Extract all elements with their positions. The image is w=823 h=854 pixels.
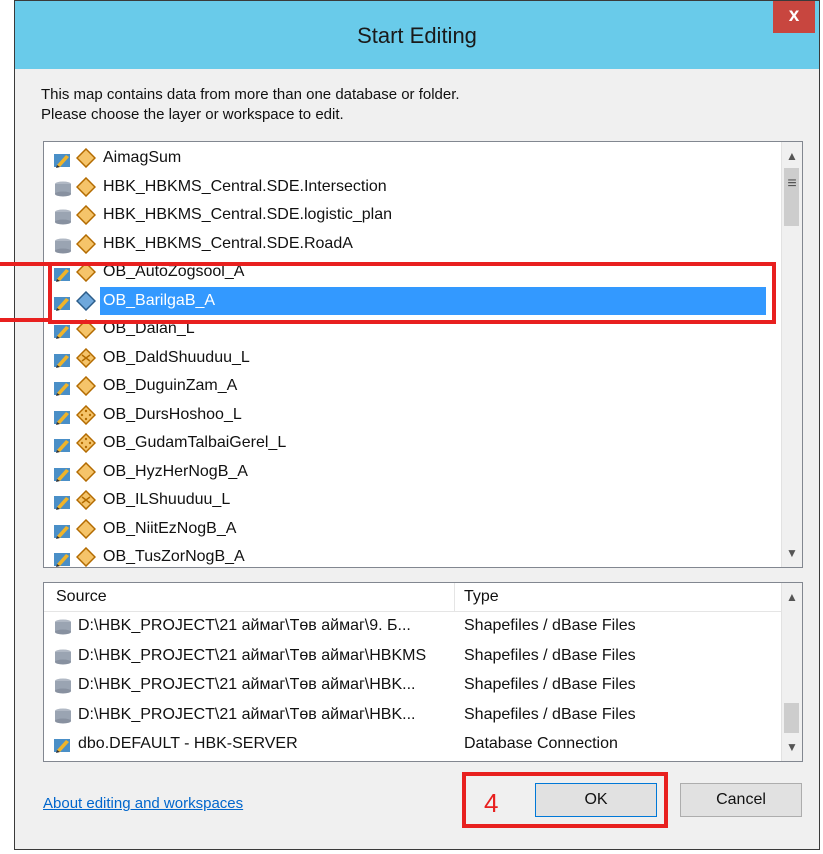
source-type: Shapefiles / dBase Files xyxy=(464,705,636,723)
layer-label: OB_GudamTalbaiGerel_L xyxy=(103,434,287,451)
layer-label: AimagSum xyxy=(103,149,182,166)
database-icon xyxy=(54,678,72,694)
edit-workspace-icon xyxy=(54,350,72,368)
layer-symbol-icon xyxy=(75,546,97,567)
edit-workspace-icon xyxy=(54,549,72,567)
annotation-number: 4 xyxy=(484,788,499,818)
layer-list-scrollbar[interactable]: ▲ ≡ ▼ xyxy=(781,142,802,567)
layer-symbol-icon xyxy=(75,233,97,254)
close-button[interactable]: x xyxy=(773,1,815,33)
database-icon xyxy=(54,207,72,225)
edit-workspace-icon xyxy=(54,464,72,482)
column-separator xyxy=(454,583,455,611)
layer-label: HBK_HBKMS_Central.SDE.Intersection xyxy=(103,177,387,195)
source-row[interactable]: dbo.DEFAULT - HBK-SERVER Database Connect… xyxy=(44,731,782,759)
scroll-grip-icon: ≡ xyxy=(787,175,797,192)
instruction-text: This map contains data from more than on… xyxy=(41,85,460,125)
layer-label: OB_ILShuuduu_L xyxy=(103,491,231,508)
source-row[interactable]: D:\HBK_PROJECT\21 аймаг\Төв аймаг\HBK...… xyxy=(44,672,782,700)
layer-symbol-icon xyxy=(75,518,97,539)
source-path: D:\HBK_PROJECT\21 аймаг\Төв аймаг\HBK... xyxy=(78,705,416,723)
layer-label: OB_DuguinZam_A xyxy=(103,377,238,394)
source-path: D:\HBK_PROJECT\21 аймаг\Төв аймаг\HBKMS xyxy=(78,646,427,664)
source-list[interactable]: Source Type ▲ ▼ D:\HBK_PROJECT\21 аймаг\… xyxy=(43,582,803,762)
database-icon xyxy=(54,236,72,253)
layer-symbol-icon xyxy=(75,176,97,197)
database-icon xyxy=(54,619,72,635)
layer-symbol-icon xyxy=(75,375,97,397)
layer-list[interactable]: OB_TusZorNogB_A OB_NiitEzNogB_A OB_ILShuud… xyxy=(43,141,803,568)
source-row[interactable]: D:\HBK_PROJECT\21 аймаг\Төв аймаг\HBK...… xyxy=(44,702,782,730)
edit-workspace-icon xyxy=(54,435,72,453)
layer-label: OB_HyzHerNogB_A xyxy=(103,462,248,480)
layer-symbol-icon xyxy=(75,432,97,454)
layer-label: OB_TusZorNogB_A xyxy=(103,548,245,565)
layer-label: OB_DursHoshoo_L xyxy=(103,405,242,423)
edit-workspace-icon xyxy=(54,521,72,539)
layer-label: HBK_HBKMS_Central.SDE.RoadA xyxy=(103,234,353,252)
start-editing-dialog: Start Editing x This map contains data f… xyxy=(14,0,820,850)
layer-symbol-icon xyxy=(75,204,97,226)
annotation-highlight-box xyxy=(48,262,776,324)
source-list-scrollbar[interactable]: ▲ ▼ xyxy=(781,583,802,761)
database-icon xyxy=(54,179,72,196)
layer-label: OB_DaldShuuduu_L xyxy=(103,348,250,366)
source-path: dbo.DEFAULT - HBK-SERVER xyxy=(78,735,298,752)
source-row[interactable]: D:\HBK_PROJECT\21 аймаг\Төв аймаг\9. Б..… xyxy=(44,613,782,641)
source-list-header: Source Type xyxy=(44,583,782,612)
scrollbar-thumb[interactable] xyxy=(784,703,799,733)
source-type: Shapefiles / dBase Files xyxy=(464,676,636,693)
scroll-up-icon[interactable]: ▲ xyxy=(782,587,802,607)
about-editing-link[interactable]: About editing and workspaces xyxy=(43,795,243,812)
layer-symbol-icon xyxy=(75,404,97,425)
database-icon xyxy=(54,708,72,724)
layer-label: OB_NiitEzNogB_A xyxy=(103,519,237,537)
source-type: Shapefiles / dBase Files xyxy=(464,646,636,664)
annotation-line-top xyxy=(0,262,48,266)
source-row[interactable]: D:\HBK_PROJECT\21 аймаг\Төв аймаг\HBKMS S… xyxy=(44,643,782,671)
cancel-button[interactable]: Cancel xyxy=(680,783,802,817)
scroll-up-icon[interactable]: ▲ xyxy=(782,146,802,166)
layer-symbol-icon xyxy=(75,461,97,482)
edit-workspace-icon xyxy=(54,150,72,168)
source-type: Database Connection xyxy=(464,735,618,752)
edit-workspace-icon xyxy=(54,378,72,396)
scroll-down-icon[interactable]: ▼ xyxy=(782,737,802,757)
column-header-type[interactable]: Type xyxy=(464,588,499,606)
source-path: D:\HBK_PROJECT\21 аймаг\Төв аймаг\HBK... xyxy=(78,676,416,693)
edit-workspace-icon xyxy=(54,407,72,425)
instruction-line-1: This map contains data from more than on… xyxy=(41,86,460,103)
dialog-title: Start Editing xyxy=(357,23,477,48)
database-icon xyxy=(54,649,72,665)
instruction-line-2: Please choose the layer or workspace to … xyxy=(41,106,344,123)
source-type: Shapefiles / dBase Files xyxy=(464,617,636,634)
edit-workspace-icon xyxy=(54,737,72,753)
column-header-source[interactable]: Source xyxy=(56,588,107,606)
dialog-content: This map contains data from more than on… xyxy=(23,69,811,841)
layer-symbol-icon xyxy=(75,489,97,511)
layer-symbol-icon xyxy=(75,347,97,368)
edit-workspace-icon xyxy=(54,492,72,510)
source-path: D:\HBK_PROJECT\21 аймаг\Төв аймаг\9. Б..… xyxy=(78,617,411,634)
scroll-down-icon[interactable]: ▼ xyxy=(782,543,802,563)
layer-symbol-icon xyxy=(75,147,97,169)
layer-label: HBK_HBKMS_Central.SDE.logistic_plan xyxy=(103,206,393,223)
annotation-line-bottom xyxy=(0,318,48,322)
title-bar: Start Editing x xyxy=(15,1,819,69)
